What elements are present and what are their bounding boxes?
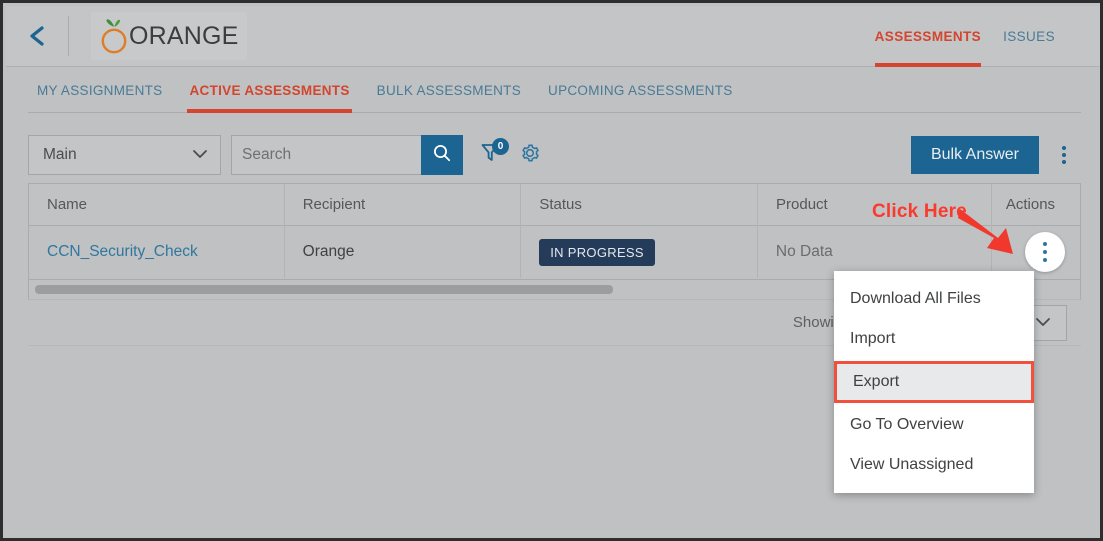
filter-button[interactable]: 0	[475, 135, 509, 175]
table-header-row: Name Recipient Status Product Actions	[29, 183, 1080, 226]
menu-item-import[interactable]: Import	[834, 319, 1034, 359]
menu-item-view-unassigned[interactable]: View Unassigned	[834, 445, 1034, 485]
tab-active-assessments-label: ACTIVE ASSESSMENTS	[189, 82, 350, 98]
search-input[interactable]	[231, 135, 421, 175]
kebab-menu-icon-dot	[1062, 160, 1066, 164]
menu-item-go-to-overview[interactable]: Go To Overview	[834, 405, 1034, 445]
column-header-product[interactable]: Product	[758, 183, 992, 226]
column-header-recipient[interactable]: Recipient	[285, 183, 522, 226]
chevron-down-icon	[1035, 314, 1051, 332]
cell-recipient: Orange	[285, 226, 522, 278]
brand-name: ORANGE	[129, 21, 239, 50]
row-actions-button[interactable]	[1024, 232, 1065, 272]
tab-bulk-assessments-label: BULK ASSESSMENTS	[376, 82, 522, 98]
sub-tab-bar: MY ASSIGNMENTS ACTIVE ASSESSMENTS BULK A…	[6, 67, 1100, 113]
magnifier-icon	[432, 143, 452, 168]
tab-upcoming-assessments[interactable]: UPCOMING ASSESSMENTS	[548, 67, 733, 113]
scrollbar-thumb[interactable]	[35, 285, 613, 294]
header-divider	[68, 16, 69, 56]
orange-fruit-icon	[95, 16, 133, 56]
chevron-down-icon	[192, 146, 208, 164]
menu-item-export[interactable]: Export	[834, 361, 1034, 403]
app-header: ORANGE ASSESSMENTS ISSUES	[6, 6, 1100, 67]
column-header-status[interactable]: Status	[521, 183, 759, 226]
top-nav-issues-label: ISSUES	[1003, 28, 1055, 44]
settings-button[interactable]	[515, 135, 545, 175]
column-header-actions: Actions	[1005, 196, 1056, 213]
gear-icon	[519, 142, 541, 169]
cell-status: IN PROGRESS	[521, 226, 758, 278]
kebab-menu-icon-dot	[1062, 146, 1066, 150]
cell-name: CCN_Security_Check	[29, 226, 285, 278]
toolbar-overflow-button[interactable]	[1047, 135, 1081, 175]
top-nav-issues[interactable]: ISSUES	[1003, 6, 1055, 67]
top-nav-assessments[interactable]: ASSESSMENTS	[874, 6, 982, 67]
back-button[interactable]	[6, 6, 68, 67]
kebab-menu-icon-dot	[1042, 242, 1047, 246]
assessment-link[interactable]: CCN_Security_Check	[47, 243, 198, 261]
top-navigation: ASSESSMENTS ISSUES	[874, 6, 1100, 67]
chevron-left-icon	[26, 24, 48, 48]
tab-upcoming-assessments-label: UPCOMING ASSESSMENTS	[548, 82, 733, 98]
kebab-menu-icon-dot	[1042, 250, 1047, 254]
row-actions-menu: Download All Files Import Export Go To O…	[834, 271, 1034, 493]
scope-select-value: Main	[43, 146, 77, 163]
status-badge: IN PROGRESS	[539, 238, 655, 266]
column-header-name[interactable]: Name	[29, 183, 285, 226]
table-toolbar: Main Search 0 Bulk Answer	[28, 131, 1081, 179]
menu-item-download-all-files[interactable]: Download All Files	[834, 279, 1034, 319]
tab-bulk-assessments[interactable]: BULK ASSESSMENTS	[377, 67, 521, 113]
assessments-table: Name Recipient Status Product Actions CC…	[28, 183, 1081, 280]
tab-active-assessments[interactable]: ACTIVE ASSESSMENTS	[187, 67, 352, 113]
filter-count-badge: 0	[492, 138, 509, 155]
bulk-answer-button[interactable]: Bulk Answer	[910, 136, 1039, 174]
tab-my-assignments-label: MY ASSIGNMENTS	[37, 82, 163, 98]
app-window: ORANGE ASSESSMENTS ISSUES MY ASSIGNMENTS…	[0, 0, 1103, 541]
kebab-menu-icon-dot	[1042, 258, 1047, 262]
kebab-menu-icon-dot	[1062, 153, 1066, 157]
scope-select[interactable]: Main	[28, 135, 221, 175]
brand-logo[interactable]: ORANGE	[91, 12, 247, 60]
search-button[interactable]	[421, 135, 463, 175]
tab-my-assignments[interactable]: MY ASSIGNMENTS	[37, 67, 162, 113]
search-group	[231, 135, 463, 175]
top-nav-assessments-label: ASSESSMENTS	[874, 28, 982, 44]
